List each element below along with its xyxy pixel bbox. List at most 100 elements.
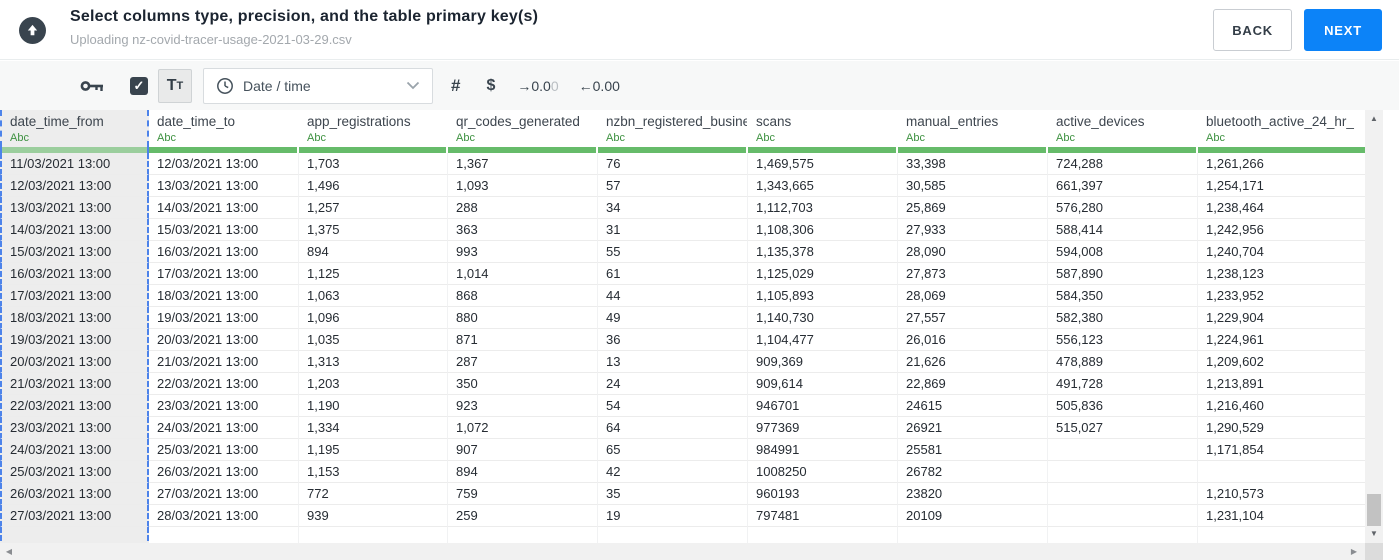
table-row: 13/03/2021 13:00 14/03/2021 13:00 1,257 288… — [0, 197, 1365, 219]
table-cell: 576,280 — [1048, 197, 1198, 219]
table-cell: 1,072 — [448, 417, 598, 439]
table-cell: 65 — [598, 439, 748, 461]
left-arrow-icon: ← — [578, 77, 593, 94]
table-cell: 1,240,704 — [1198, 241, 1365, 263]
table-cell: 34 — [598, 197, 748, 219]
table-cell: 946701 — [748, 395, 898, 417]
upload-wizard: Select columns type, precision, and the … — [0, 0, 1399, 560]
page-title: Select columns type, precision, and the … — [70, 8, 539, 25]
column-type-badge: Abc — [756, 132, 775, 144]
table-cell: 36 — [598, 329, 748, 351]
table-cell: 17/03/2021 13:00 — [149, 263, 299, 285]
table-row: 19/03/2021 13:00 20/03/2021 13:00 1,035 871… — [0, 329, 1365, 351]
table-cell: 582,380 — [1048, 307, 1198, 329]
column-type-badge: Abc — [606, 132, 625, 144]
table-cell: 25/03/2021 13:00 — [149, 439, 299, 461]
scroll-right-icon[interactable]: ▶ — [1347, 543, 1361, 560]
column-type-badge: Abc — [10, 132, 29, 144]
table-cell: 1,290,529 — [1198, 417, 1365, 439]
table-cell: 1,093 — [448, 175, 598, 197]
table-cell: 724,288 — [1048, 153, 1198, 175]
table-cell: 27,873 — [898, 263, 1048, 285]
table-cell: 44 — [598, 285, 748, 307]
table-cell: 27,557 — [898, 307, 1048, 329]
table-cell: 25/03/2021 13:00 — [0, 461, 149, 483]
table-row: 12/03/2021 13:00 13/03/2021 13:00 1,496 1,0… — [0, 175, 1365, 197]
table-cell: 1008250 — [748, 461, 898, 483]
scroll-left-icon[interactable]: ◀ — [2, 543, 16, 560]
table-cell: 1,343,665 — [748, 175, 898, 197]
column-type-badge: Abc — [456, 132, 475, 144]
table-cell: 23/03/2021 13:00 — [0, 417, 149, 439]
decimal-decrease-button[interactable]: →0.00 — [517, 78, 558, 94]
column-name: active_devices — [1056, 114, 1145, 129]
table-cell: 54 — [598, 395, 748, 417]
table-cell: 13/03/2021 13:00 — [149, 175, 299, 197]
column-header[interactable]: active_devices Abc — [1048, 110, 1198, 147]
table-cell: 772 — [299, 483, 448, 505]
data-preview-table: date_time_from Abc date_time_to Abc app_regi… — [0, 110, 1365, 543]
primary-key-icon[interactable] — [80, 78, 104, 94]
vertical-scrollbar[interactable]: ▲ ▼ — [1365, 110, 1383, 543]
column-header[interactable]: date_time_to Abc — [149, 110, 299, 147]
currency-type-button[interactable]: $ — [486, 77, 495, 95]
table-cell: 14/03/2021 13:00 — [149, 197, 299, 219]
column-header[interactable]: scans Abc — [748, 110, 898, 147]
table-cell — [448, 527, 598, 543]
column-header[interactable]: date_time_from Abc — [0, 110, 149, 147]
table-cell: 27,933 — [898, 219, 1048, 241]
table-cell: 61 — [598, 263, 748, 285]
table-cell: 363 — [448, 219, 598, 241]
table-cell: 15/03/2021 13:00 — [0, 241, 149, 263]
table-cell: 594,008 — [1048, 241, 1198, 263]
table-cell: 1,210,573 — [1198, 483, 1365, 505]
column-header[interactable]: nzbn_registered_busine Abc — [598, 110, 748, 147]
table-cell: 22/03/2021 13:00 — [149, 373, 299, 395]
column-header[interactable]: manual_entries Abc — [898, 110, 1048, 147]
table-cell: 64 — [598, 417, 748, 439]
table-cell: 1,334 — [299, 417, 448, 439]
next-button[interactable]: NEXT — [1304, 9, 1382, 51]
column-header[interactable]: qr_codes_generated Abc — [448, 110, 598, 147]
table-cell: 939 — [299, 505, 448, 527]
column-type-badge: Abc — [1056, 132, 1075, 144]
table-cell: 22,869 — [898, 373, 1048, 395]
table-cell: 23/03/2021 13:00 — [149, 395, 299, 417]
table-cell: 584,350 — [1048, 285, 1198, 307]
table-cell: 1,140,730 — [748, 307, 898, 329]
table-cell: 27/03/2021 13:00 — [0, 505, 149, 527]
table-cell — [1048, 527, 1198, 543]
table-cell: 868 — [448, 285, 598, 307]
table-cell: 505,836 — [1048, 395, 1198, 417]
back-button[interactable]: BACK — [1213, 9, 1292, 51]
column-type-dropdown[interactable]: Date / time — [203, 67, 433, 104]
table-cell: 12/03/2021 13:00 — [149, 153, 299, 175]
table-cell: 1,367 — [448, 153, 598, 175]
table-row: 11/03/2021 13:00 12/03/2021 13:00 1,703 1,3… — [0, 153, 1365, 175]
table-cell: 1,238,464 — [1198, 197, 1365, 219]
column-header[interactable]: app_registrations Abc — [299, 110, 448, 147]
table-cell: 894 — [299, 241, 448, 263]
column-header[interactable]: bluetooth_active_24_hr_ Abc — [1198, 110, 1365, 147]
table-cell: 21,626 — [898, 351, 1048, 373]
table-cell: 661,397 — [1048, 175, 1198, 197]
table-cell: 21/03/2021 13:00 — [149, 351, 299, 373]
text-type-button[interactable]: TT — [158, 68, 192, 103]
vertical-scrollbar-thumb[interactable] — [1367, 494, 1381, 526]
decimal-increase-button[interactable]: ←0.00 — [579, 78, 620, 94]
table-cell: 11/03/2021 13:00 — [0, 153, 149, 175]
number-type-button[interactable]: # — [451, 76, 460, 96]
table-cell: 1,216,460 — [1198, 395, 1365, 417]
column-name: qr_codes_generated — [456, 114, 580, 129]
table-cell: 993 — [448, 241, 598, 263]
column-type-badge: Abc — [157, 132, 176, 144]
table-cell: 1,014 — [448, 263, 598, 285]
include-column-checkbox[interactable]: ✓ — [130, 76, 148, 95]
table-cell: 26/03/2021 13:00 — [0, 483, 149, 505]
table-cell: 1,257 — [299, 197, 448, 219]
scroll-down-icon[interactable]: ▼ — [1365, 527, 1383, 541]
table-row: 25/03/2021 13:00 26/03/2021 13:00 1,153 894… — [0, 461, 1365, 483]
horizontal-scrollbar[interactable]: ◀ ▶ — [0, 543, 1365, 560]
table-cell — [898, 527, 1048, 543]
scroll-up-icon[interactable]: ▲ — [1365, 112, 1383, 126]
